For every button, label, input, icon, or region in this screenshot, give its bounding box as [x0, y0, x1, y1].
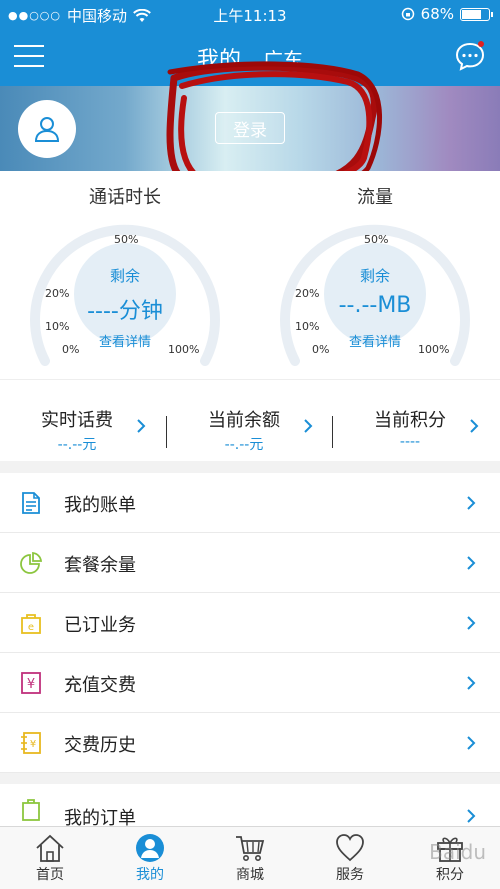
bottom-tab-bar: 首页 我的 商城 服务 积分 — [0, 826, 500, 889]
view-details-link[interactable]: 查看详情 — [250, 331, 500, 350]
yuan-recharge-icon: ¥ — [21, 672, 41, 694]
balance-value: --.--元 — [224, 437, 264, 453]
remaining-value: ----分钟 — [87, 299, 163, 324]
tick-label: 50% — [364, 233, 389, 246]
tab-home[interactable]: 首页 — [0, 827, 100, 889]
list-item-label: 充值交费 — [64, 675, 136, 696]
view-details-link[interactable]: 查看详情 — [0, 331, 250, 350]
profile-banner: 登录 — [0, 86, 500, 171]
svg-text:¥: ¥ — [27, 677, 35, 692]
balance-summary: 实时话费 --.--元 当前余额 --.--元 当前积分 ---- — [0, 379, 500, 461]
tick-label: 50% — [114, 233, 139, 246]
chevron-right-icon — [467, 496, 476, 510]
battery-percent: 68% — [420, 5, 454, 23]
balance-title: 当前余额 — [208, 410, 280, 431]
meter-title: 流量 — [357, 187, 393, 208]
tab-label: 我的 — [136, 867, 164, 883]
page-title-text: 我的 — [196, 48, 241, 73]
data-usage-meter: 流量 50% 20% 10% 0% 100% 剩余 --.--MB 查看详情 — [250, 171, 500, 379]
balance-title: 实时话费 — [41, 410, 113, 431]
payment-history-icon: ¥ — [21, 732, 41, 754]
chevron-right-icon — [467, 809, 476, 823]
list-item-label: 已订业务 — [64, 615, 136, 636]
heart-icon — [336, 834, 364, 862]
message-bubble-icon[interactable] — [454, 40, 486, 72]
cart-icon — [236, 836, 265, 861]
balance-value: --.--元 — [57, 437, 97, 453]
list-item-label: 我的账单 — [64, 495, 136, 516]
call-time-meter: 通话时长 50% 20% 10% 0% 100% 剩余 ----分钟 查看详情 — [0, 171, 250, 379]
user-outline-icon — [34, 117, 60, 142]
list-item-plan-remaining[interactable]: 套餐余量 — [0, 533, 500, 593]
chevron-right-icon — [470, 419, 479, 433]
tab-label: 首页 — [36, 867, 64, 883]
chevron-right-icon — [467, 676, 476, 690]
chevron-right-icon — [467, 616, 476, 630]
tab-label: 积分 — [436, 867, 464, 883]
realtime-charges-item[interactable]: 实时话费 --.--元 — [0, 380, 166, 462]
remaining-label: 剩余 — [359, 267, 390, 285]
battery-icon — [460, 7, 493, 21]
subscribed-bag-icon: e — [21, 614, 41, 634]
svg-text:e: e — [28, 622, 34, 633]
remaining-value: --.--MB — [338, 293, 412, 318]
tab-mall[interactable]: 商城 — [200, 827, 300, 889]
chevron-right-icon — [467, 736, 476, 750]
list-item-label: 交费历史 — [64, 735, 136, 756]
tab-label: 服务 — [336, 867, 364, 883]
current-balance-item[interactable]: 当前余额 --.--元 — [167, 380, 333, 462]
status-right: 68% — [401, 5, 493, 23]
current-points-item[interactable]: 当前积分 ---- — [333, 380, 499, 462]
tab-service[interactable]: 服务 — [300, 827, 400, 889]
status-bar: ●●○○○ 中国移动 上午11:13 68% — [0, 0, 500, 28]
home-icon — [36, 834, 64, 862]
pie-chart-icon — [20, 551, 42, 574]
order-icon — [22, 799, 40, 821]
svg-text:¥: ¥ — [30, 739, 36, 750]
remaining-label: 剩余 — [109, 267, 140, 285]
balance-title: 当前积分 — [374, 410, 446, 431]
gift-icon — [437, 837, 463, 862]
list-item-subscribed-services[interactable]: e 已订业务 — [0, 593, 500, 653]
tab-mine[interactable]: 我的 — [100, 827, 200, 889]
balance-value: ---- — [399, 434, 421, 450]
list-item-recharge[interactable]: ¥ 充值交费 — [0, 653, 500, 713]
chevron-right-icon — [137, 419, 146, 433]
person-icon — [136, 834, 164, 862]
tab-points[interactable]: 积分 — [400, 827, 500, 889]
list-item-payment-history[interactable]: ¥ 交费历史 — [0, 713, 500, 773]
chevron-right-icon — [467, 556, 476, 570]
usage-meters: 通话时长 50% 20% 10% 0% 100% 剩余 ----分钟 查看详情 … — [0, 171, 500, 379]
account-menu-list: 我的账单 套餐余量 e 已订业务 ¥ 充值交费 ¥ 交费历史 — [0, 473, 500, 773]
bill-icon — [22, 492, 40, 514]
page-title: 我的 广东 — [0, 42, 500, 74]
meter-title: 通话时长 — [89, 187, 161, 208]
top-nav: 我的 广东 — [0, 28, 500, 86]
region-selector[interactable]: 广东 — [263, 48, 303, 72]
tab-label: 商城 — [236, 867, 264, 883]
orientation-lock-icon — [401, 7, 414, 21]
login-button[interactable]: 登录 — [215, 112, 285, 144]
avatar[interactable] — [18, 100, 76, 158]
list-item-my-bill[interactable]: 我的账单 — [0, 473, 500, 533]
chevron-right-icon — [304, 419, 313, 433]
list-item-label: 套餐余量 — [64, 555, 136, 576]
